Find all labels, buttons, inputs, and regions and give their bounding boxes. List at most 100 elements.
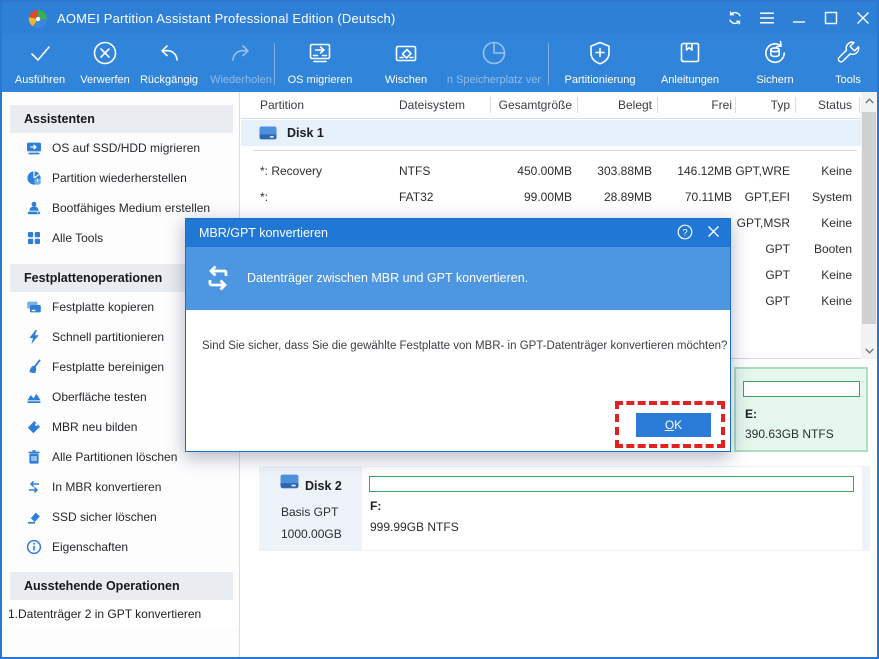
discard-icon — [90, 36, 120, 68]
toolbar-label: OS migrieren — [287, 74, 353, 86]
swap-icon — [26, 479, 42, 495]
toolbar-discard-button[interactable]: Verwerfen — [75, 36, 135, 90]
disk2-info[interactable]: Disk 2 Basis GPT 1000.00GB — [259, 466, 362, 551]
partition-letter: F: — [370, 499, 382, 513]
sidebar-item-label: Alle Partitionen löschen — [52, 450, 178, 464]
scroll-up-icon[interactable] — [861, 92, 877, 109]
column-divider — [657, 97, 658, 113]
disk1-partition-e[interactable]: E: 390.63GB NTFS — [734, 367, 868, 452]
diskcopy-icon — [26, 299, 42, 315]
toolbar-label: n Speicherplatz ver — [446, 74, 542, 86]
toolbar-label: Partitionierung — [564, 74, 636, 86]
toolbar-label: Sichern — [756, 74, 794, 86]
broom-icon — [26, 359, 42, 375]
disk1-group-row[interactable]: Disk 1 — [241, 120, 861, 146]
toolbar-separator — [274, 43, 275, 85]
toolbar-undo-button[interactable]: Rückgängig — [132, 36, 206, 90]
sidebar-item-label: Festplatte kopieren — [52, 300, 155, 314]
cell-status: Keine — [821, 294, 852, 308]
dialog-title-bar: MBR/GPT konvertieren ? — [186, 219, 730, 247]
toolbar-label: Wischen — [384, 74, 428, 86]
cell-status: Keine — [821, 216, 852, 230]
toolbar-label: Ausführen — [14, 74, 66, 86]
migrate-os-icon — [26, 140, 42, 156]
menu-icon[interactable] — [758, 9, 775, 26]
toolbar-backup-button[interactable]: Sichern — [742, 36, 808, 90]
sidebar-item-label: OS auf SSD/HDD migrieren — [52, 141, 201, 155]
dialog-help-icon[interactable]: ? — [677, 224, 693, 243]
app-window: AOMEI Partition Assistant Professional E… — [0, 0, 879, 659]
disk2-partition-f[interactable]: F: 999.99GB NTFS — [362, 467, 862, 550]
book-icon — [675, 36, 705, 68]
eraser-icon — [26, 509, 42, 525]
column-header-status[interactable]: Status — [772, 92, 852, 118]
bootable-icon — [26, 200, 42, 216]
column-divider — [735, 97, 736, 113]
alltools-icon — [26, 230, 42, 246]
cell-total: 99.00MB — [523, 190, 572, 204]
minimize-icon[interactable] — [790, 9, 807, 26]
sidebar-section-0: Assistenten — [10, 105, 233, 133]
divider — [254, 150, 857, 151]
column-divider — [795, 97, 796, 113]
cell-fs: FAT32 — [399, 190, 434, 204]
column-header-dateisystem[interactable]: Dateisystem — [399, 92, 465, 118]
dialog-close-icon[interactable] — [707, 225, 720, 241]
column-header-gesamtgröße[interactable]: Gesamtgröße — [482, 92, 572, 118]
dialog-header-band: Datenträger zwischen MBR und GPT konvert… — [186, 247, 730, 310]
toolbar-shield-button[interactable]: Partitionierung — [554, 36, 646, 90]
column-header-belegt[interactable]: Belegt — [562, 92, 652, 118]
column-divider — [859, 97, 860, 113]
toolbar-book-button[interactable]: Anleitungen — [652, 36, 728, 90]
toolbar-label: Verwerfen — [80, 74, 130, 86]
convert-loop-icon — [208, 265, 228, 291]
partition-info: 999.99GB NTFS — [370, 520, 459, 534]
disk2-size: 1000.00GB — [281, 527, 342, 541]
sidebar-item-label: Bootfähiges Medium erstellen — [52, 201, 211, 215]
partition-row[interactable]: *: Recovery NTFS 450.00MB 303.88MB 146.12MB G… — [241, 158, 861, 184]
sidebar-item-label: Festplatte bereinigen — [52, 360, 165, 374]
partition-row[interactable]: *: FAT32 99.00MB 28.89MB 70.11MB GPT,EFI Syste… — [241, 184, 861, 210]
cell-partition: *: — [260, 190, 269, 204]
toolbar-wipe-button[interactable]: Wischen — [366, 36, 446, 90]
disk2-panel: Disk 2 Basis GPT 1000.00GB F: 999.99GB N… — [259, 466, 870, 551]
table-scrollbar[interactable] — [861, 92, 877, 359]
column-divider — [490, 97, 491, 113]
partition-letter: E: — [745, 407, 757, 421]
sidebar-item-label: In MBR konvertieren — [52, 480, 162, 494]
scroll-down-icon[interactable] — [861, 342, 877, 359]
info-icon — [26, 539, 42, 555]
maximize-icon[interactable] — [822, 9, 839, 26]
cell-fs: NTFS — [399, 164, 431, 178]
sidebar-item[interactable]: In MBR konvertieren — [2, 472, 239, 502]
toolbar-wrench-button[interactable]: Tools — [818, 36, 878, 90]
toolbar-check-button[interactable]: Ausführen — [10, 36, 70, 90]
partition-info: 390.63GB NTFS — [745, 427, 834, 441]
sidebar-item[interactable]: OS auf SSD/HDD migrieren — [2, 133, 239, 163]
annotation-highlight — [615, 401, 725, 448]
dialog-header-text: Datenträger zwischen MBR und GPT konvert… — [247, 271, 529, 285]
migrate-icon — [304, 36, 336, 68]
sidebar-item[interactable]: Partition wiederherstellen — [2, 163, 239, 193]
toolbar-label: Wiederholen — [210, 74, 272, 86]
toolbar-label: Anleitungen — [660, 74, 720, 86]
cell-total: 450.00MB — [517, 164, 572, 178]
disk2-name: Disk 2 — [305, 479, 342, 493]
scrollbar-thumb[interactable] — [862, 112, 876, 324]
backup-icon — [759, 36, 791, 68]
toolbar-pie-button: n Speicherplatz ver — [442, 36, 546, 90]
cell-used: 303.88MB — [597, 164, 652, 178]
sidebar-item[interactable]: Eigenschaften — [2, 532, 239, 562]
title-bar: AOMEI Partition Assistant Professional E… — [2, 2, 877, 35]
undo-icon — [154, 36, 184, 68]
toolbar-separator — [548, 43, 549, 85]
toolbar-migrate-button[interactable]: OS migrieren — [284, 36, 356, 90]
sidebar-item[interactable]: SSD sicher löschen — [2, 502, 239, 532]
column-header-partition[interactable]: Partition — [260, 92, 304, 118]
close-icon[interactable] — [854, 9, 871, 26]
cell-used: 28.89MB — [603, 190, 652, 204]
partition-usage-bar — [369, 476, 854, 492]
aomei-logo-icon — [28, 9, 47, 28]
refresh-icon[interactable] — [726, 9, 743, 26]
wrench-icon — [833, 36, 863, 68]
